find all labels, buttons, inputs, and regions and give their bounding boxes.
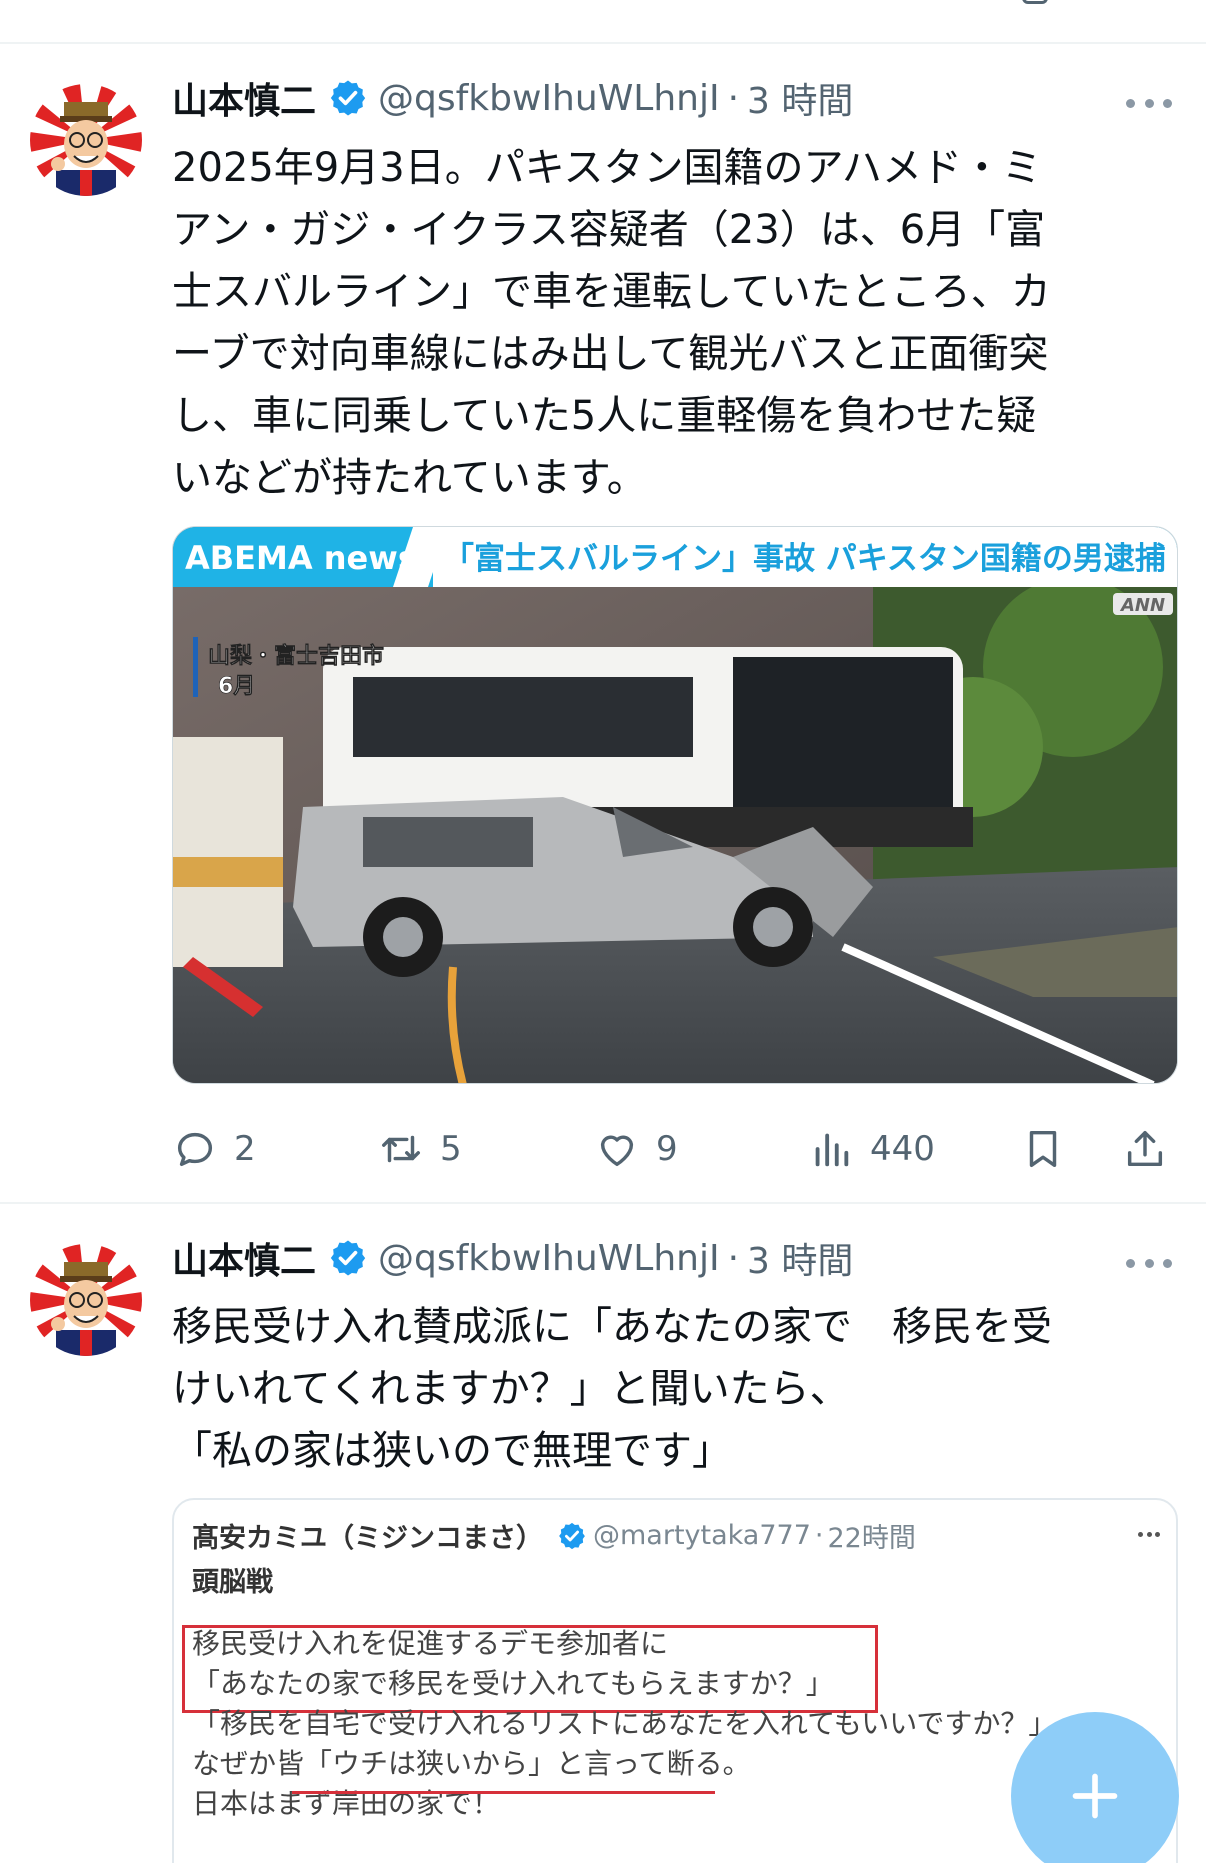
- more-options-icon[interactable]: [1126, 1256, 1172, 1270]
- quoted-post-title: 頭脳戦: [192, 1567, 273, 1598]
- partial-action-icon: [1022, 0, 1048, 4]
- reply-icon: [177, 1132, 213, 1167]
- post-text-line: 「私の家は狭いので無理です」: [172, 1428, 732, 1474]
- reply-count: 2: [234, 1129, 256, 1169]
- avatar[interactable]: [30, 1244, 142, 1356]
- like-count: 9: [656, 1129, 678, 1169]
- quoted-author-handle: @martytaka777: [593, 1520, 811, 1551]
- media-month-caption: 6月: [218, 674, 255, 699]
- like-button[interactable]: 9: [594, 1119, 678, 1179]
- quoted-text-line: 移民受け入れを促進するデモ参加者に: [192, 1627, 669, 1660]
- post-text-line: アン・ガジ・イクラス容疑者（23）は、6月「富: [172, 207, 1046, 253]
- media-location-caption: 山梨・富士吉田市: [208, 643, 384, 669]
- quoted-text-line: なぜか皆「ウチは狭いから」と言って断る。: [192, 1747, 751, 1780]
- quoted-text-line: 日本はまず岸田の家で！: [192, 1787, 501, 1820]
- author-handle[interactable]: @qsfkbwIhuWLhnjI: [378, 78, 720, 119]
- post-text-line: いなどが持たれています。: [172, 455, 647, 501]
- separator-dot: ·: [727, 1237, 740, 1279]
- repost-icon: [382, 1135, 420, 1163]
- share-icon: [1127, 1130, 1163, 1167]
- post-header: 山本慎二 @qsfkbwIhuWLhnjI · 3 時間: [172, 70, 853, 126]
- quoted-text-line: 「あなたの家で移民を受け入れてもらえますか？」: [192, 1667, 834, 1700]
- views-count: 440: [870, 1129, 935, 1169]
- author-handle[interactable]: @qsfkbwIhuWLhnjI: [378, 1238, 720, 1279]
- heart-icon: [600, 1135, 634, 1167]
- post-time[interactable]: 3 時間: [747, 1232, 853, 1284]
- post-text-line: ーブで対向車線にはみ出して観光バスと正面衝突: [172, 331, 1049, 377]
- post-text-line: 移民受け入れ賛成派に「あなたの家で 移民を受: [172, 1304, 1052, 1350]
- verified-badge-icon: [559, 1522, 585, 1549]
- avatar[interactable]: [30, 84, 142, 196]
- media-brand-text: ABEMA news/: [185, 539, 429, 577]
- post-actions: 2 5 9 440: [172, 1119, 1182, 1179]
- quoted-author-name: 髙安カミユ（ミジンコまさ）: [192, 1523, 543, 1554]
- separator-dot: ·: [814, 1520, 824, 1551]
- bookmark-icon: [1029, 1130, 1057, 1168]
- views-chart-icon: [815, 1133, 849, 1167]
- verified-badge-icon: [330, 1240, 366, 1276]
- more-options-icon: [1138, 1532, 1160, 1538]
- quoted-post-header: 髙安カミユ（ミジンコまさ） @martytaka777 · 22時間: [192, 1516, 916, 1555]
- author-name[interactable]: 山本慎二: [172, 1232, 316, 1284]
- post-text-line: 士スバルライン」で車を運転していたところ、カ: [172, 269, 1051, 315]
- post-text-line: けいれてくれますか？」と聞いたら、: [172, 1366, 850, 1412]
- red-underline: [292, 1791, 715, 1794]
- separator-dot: ·: [727, 77, 740, 119]
- post-media-image[interactable]: ABEMA news/ 「富士スバルライン」事故 パキスタン国籍の男逮捕 ANN…: [172, 526, 1178, 1084]
- quoted-post-time: 22時間: [827, 1523, 916, 1554]
- post-text-line: し、車に同乗していた5人に重軽傷を負わせた疑: [172, 393, 1037, 439]
- post-text: 移民受け入れ賛成派に「あなたの家で 移民を受 けいれてくれますか？」と聞いたら、…: [172, 1296, 1172, 1482]
- post-text-line: 2025年9月3日。パキスタン国籍のアハメド・ミ: [172, 145, 1042, 191]
- reply-button[interactable]: 2: [172, 1119, 256, 1179]
- plus-icon: [1072, 1773, 1118, 1819]
- more-options-icon[interactable]: [1126, 96, 1172, 110]
- quoted-text-line: 「移民を自宅で受け入れるリストにあなたを入れてもいいですか？」: [192, 1707, 1057, 1740]
- post-header: 山本慎二 @qsfkbwIhuWLhnjI · 3 時間: [172, 1230, 853, 1286]
- previous-post-edge: [0, 0, 1206, 44]
- post-text: 2025年9月3日。パキスタン国籍のアハメド・ミ アン・ガジ・イクラス容疑者（2…: [172, 137, 1172, 509]
- repost-count: 5: [440, 1129, 462, 1169]
- post[interactable]: 山本慎二 @qsfkbwIhuWLhnjI · 3 時間 2025年9月3日。パ…: [0, 44, 1206, 1204]
- verified-badge-icon: [330, 80, 366, 116]
- quoted-post-text: 移民受け入れを促進するデモ参加者に 「あなたの家で移民を受け入れてもらえますか？…: [192, 1624, 1056, 1824]
- author-name[interactable]: 山本慎二: [172, 72, 316, 124]
- views-button[interactable]: 440: [808, 1119, 935, 1179]
- media-headline-text: 「富士スバルライン」事故 パキスタン国籍の男逮捕: [443, 541, 1166, 577]
- post-time[interactable]: 3 時間: [747, 72, 853, 124]
- media-corner-logo: ANN: [1119, 595, 1165, 616]
- repost-button[interactable]: 5: [378, 1119, 462, 1179]
- bookmark-button[interactable]: [1020, 1119, 1066, 1179]
- share-button[interactable]: [1122, 1119, 1168, 1179]
